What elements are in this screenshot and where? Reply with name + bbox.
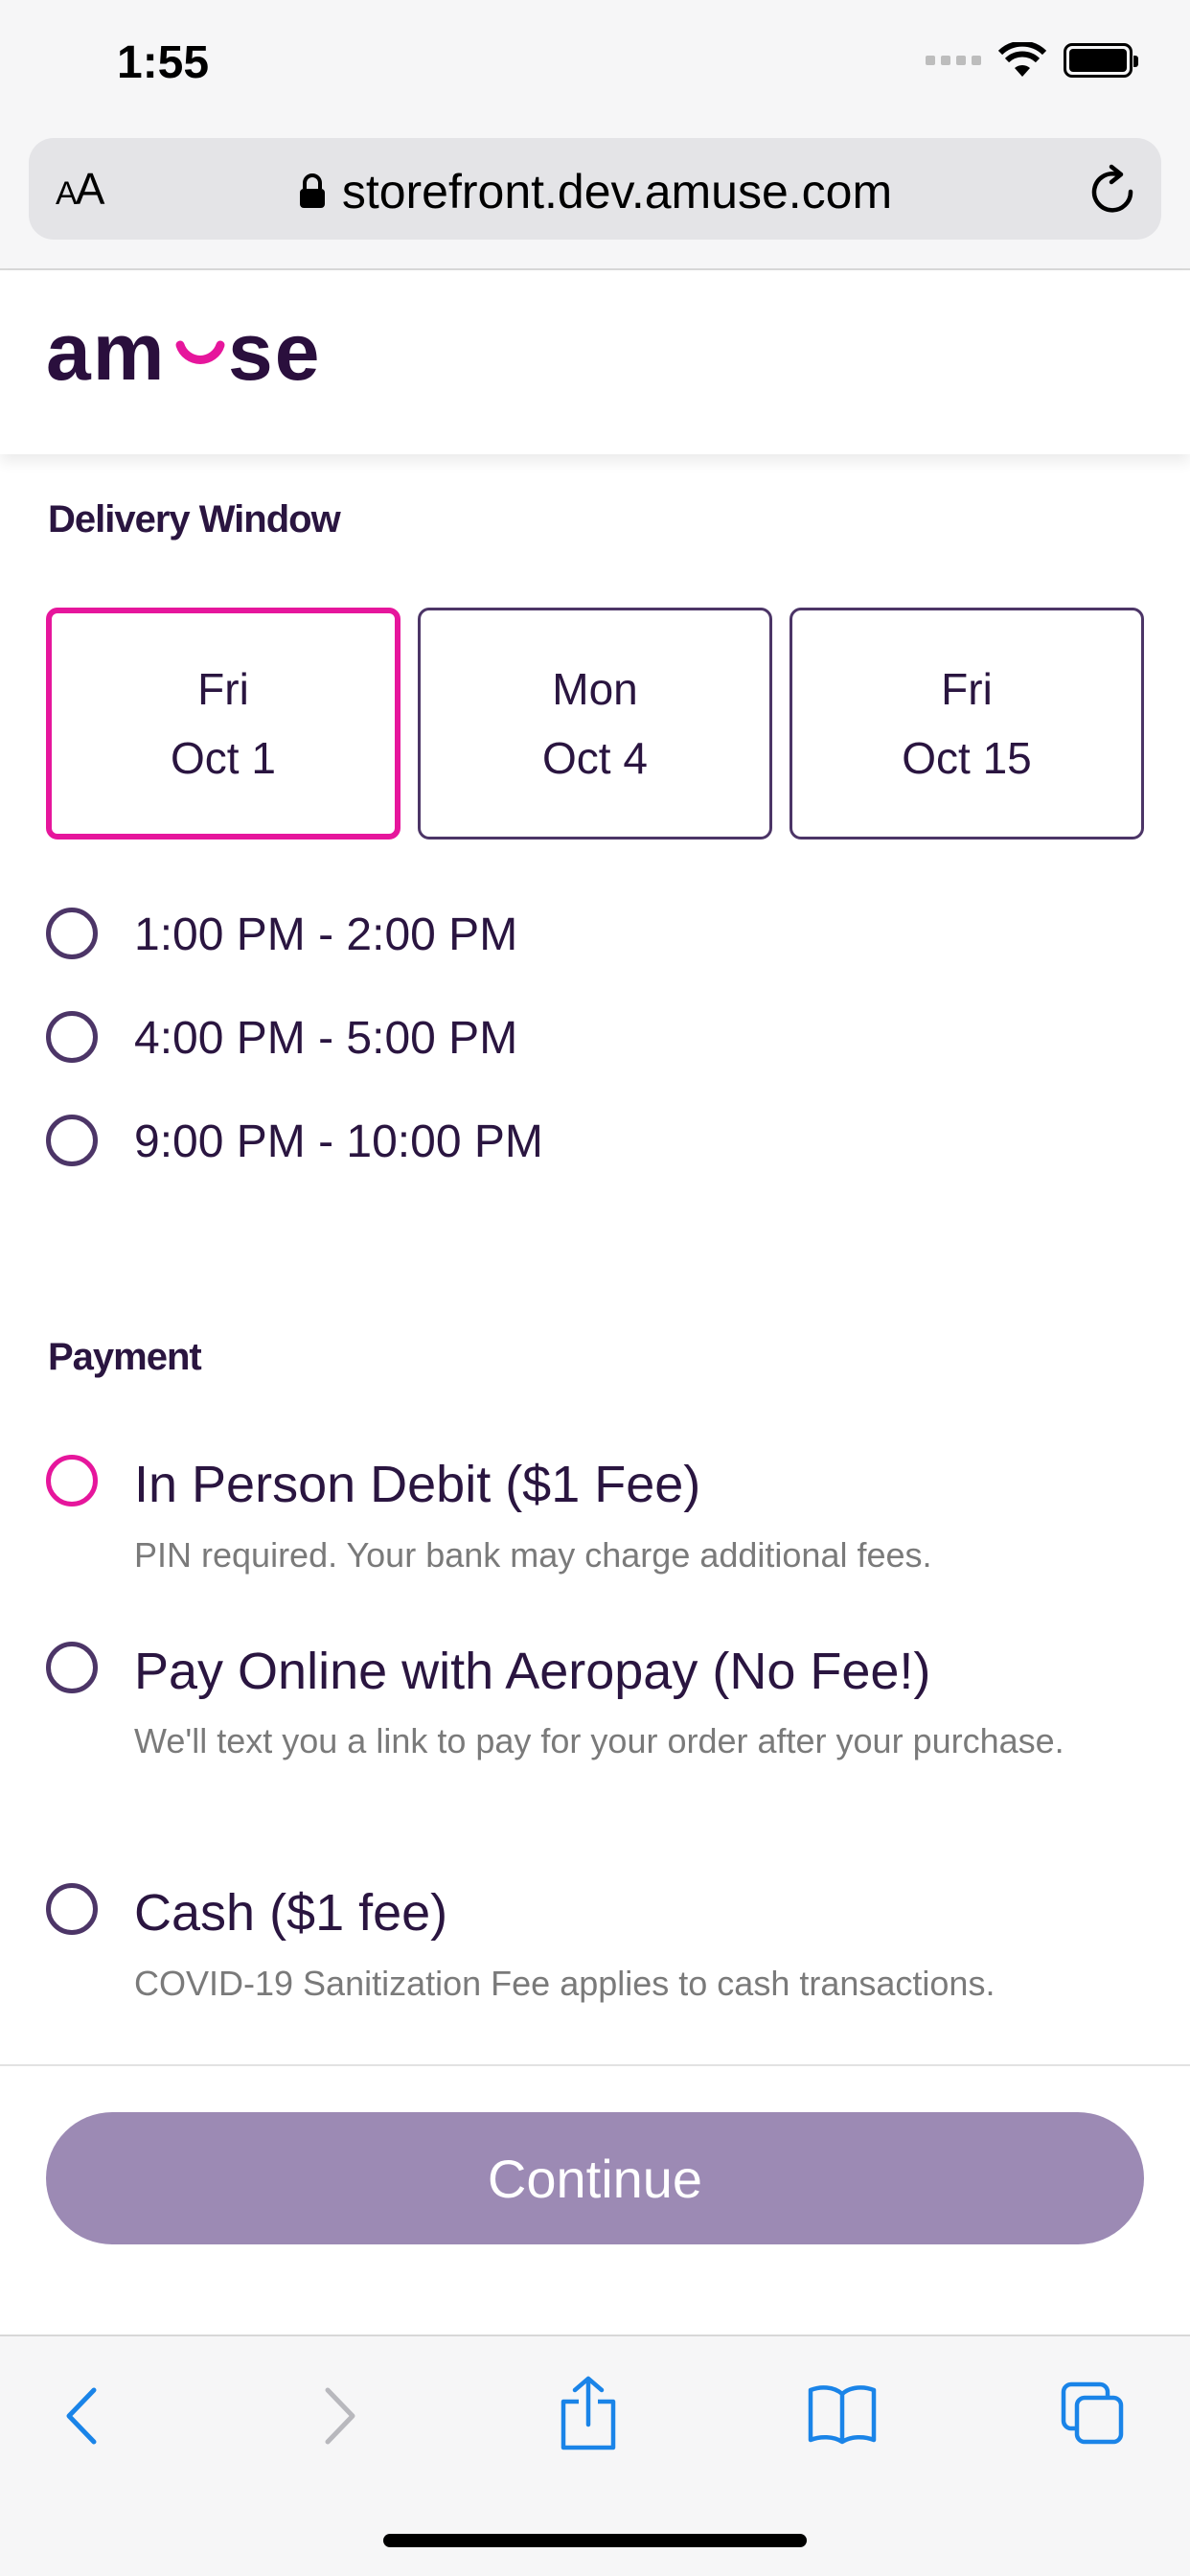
payment-option-title[interactable]: Cash ($1 fee) (134, 1883, 447, 1943)
status-time: 1:55 (117, 37, 210, 88)
payment-radio-aeropay[interactable] (46, 1642, 98, 1693)
date-date: Oct 15 (902, 733, 1032, 783)
cellular-signal-icon (926, 56, 981, 65)
date-date: Oct 1 (171, 733, 276, 783)
time-option-label[interactable]: 1:00 PM - 2:00 PM (134, 908, 517, 961)
back-icon[interactable] (61, 2382, 103, 2450)
payment-radio-in-person-debit[interactable] (46, 1455, 98, 1506)
amuse-logo[interactable]: am se (46, 307, 333, 418)
lock-icon (299, 172, 325, 208)
browser-address-area: AA storefront.dev.amuse.com (0, 134, 1190, 270)
delivery-window-title: Delivery Window (48, 498, 341, 540)
continue-footer: Continue (0, 2064, 1190, 2334)
time-radio-3[interactable] (46, 1115, 98, 1166)
svg-text:se: se (228, 312, 321, 397)
date-day: Mon (552, 664, 638, 714)
date-day: Fri (197, 664, 249, 714)
time-option-label[interactable]: 9:00 PM - 10:00 PM (134, 1116, 543, 1168)
payment-option-desc: We'll text you a link to pay for your or… (134, 1721, 1064, 1760)
home-indicator (383, 2534, 807, 2547)
date-option-fri-oct-1[interactable]: Fri Oct 1 (46, 608, 400, 840)
payment-option-title[interactable]: In Person Debit ($1 Fee) (134, 1455, 700, 1514)
payment-title: Payment (48, 1336, 202, 1378)
share-icon[interactable] (558, 2375, 619, 2451)
url-text: storefront.dev.amuse.com (341, 165, 893, 218)
svg-text:am: am (46, 312, 166, 397)
url-display[interactable]: storefront.dev.amuse.com (29, 164, 1161, 219)
payment-radio-cash[interactable] (46, 1883, 98, 1935)
reload-icon[interactable] (1088, 163, 1138, 217)
time-radio-1[interactable] (46, 908, 98, 959)
forward-icon[interactable] (318, 2382, 360, 2450)
address-bar[interactable]: AA storefront.dev.amuse.com (29, 138, 1161, 240)
tabs-icon[interactable] (1060, 2380, 1127, 2448)
battery-icon (1064, 43, 1138, 78)
continue-button[interactable]: Continue (46, 2112, 1144, 2244)
time-radio-2[interactable] (46, 1011, 98, 1063)
site-header: am se (0, 272, 1190, 454)
wifi-icon (998, 42, 1046, 77)
date-option-mon-oct-4[interactable]: Mon Oct 4 (418, 608, 772, 840)
payment-option-title[interactable]: Pay Online with Aeropay (No Fee!) (134, 1642, 930, 1701)
time-option-label[interactable]: 4:00 PM - 5:00 PM (134, 1012, 517, 1065)
status-icons (926, 42, 1138, 79)
status-bar: 1:55 (0, 0, 1190, 134)
date-day: Fri (941, 664, 993, 714)
payment-option-desc: PIN required. Your bank may charge addit… (134, 1535, 932, 1575)
payment-option-desc: COVID-19 Sanitization Fee applies to cas… (134, 1964, 995, 2003)
bookmarks-icon[interactable] (807, 2382, 878, 2446)
date-date: Oct 4 (542, 733, 648, 783)
date-option-fri-oct-15[interactable]: Fri Oct 15 (790, 608, 1144, 840)
